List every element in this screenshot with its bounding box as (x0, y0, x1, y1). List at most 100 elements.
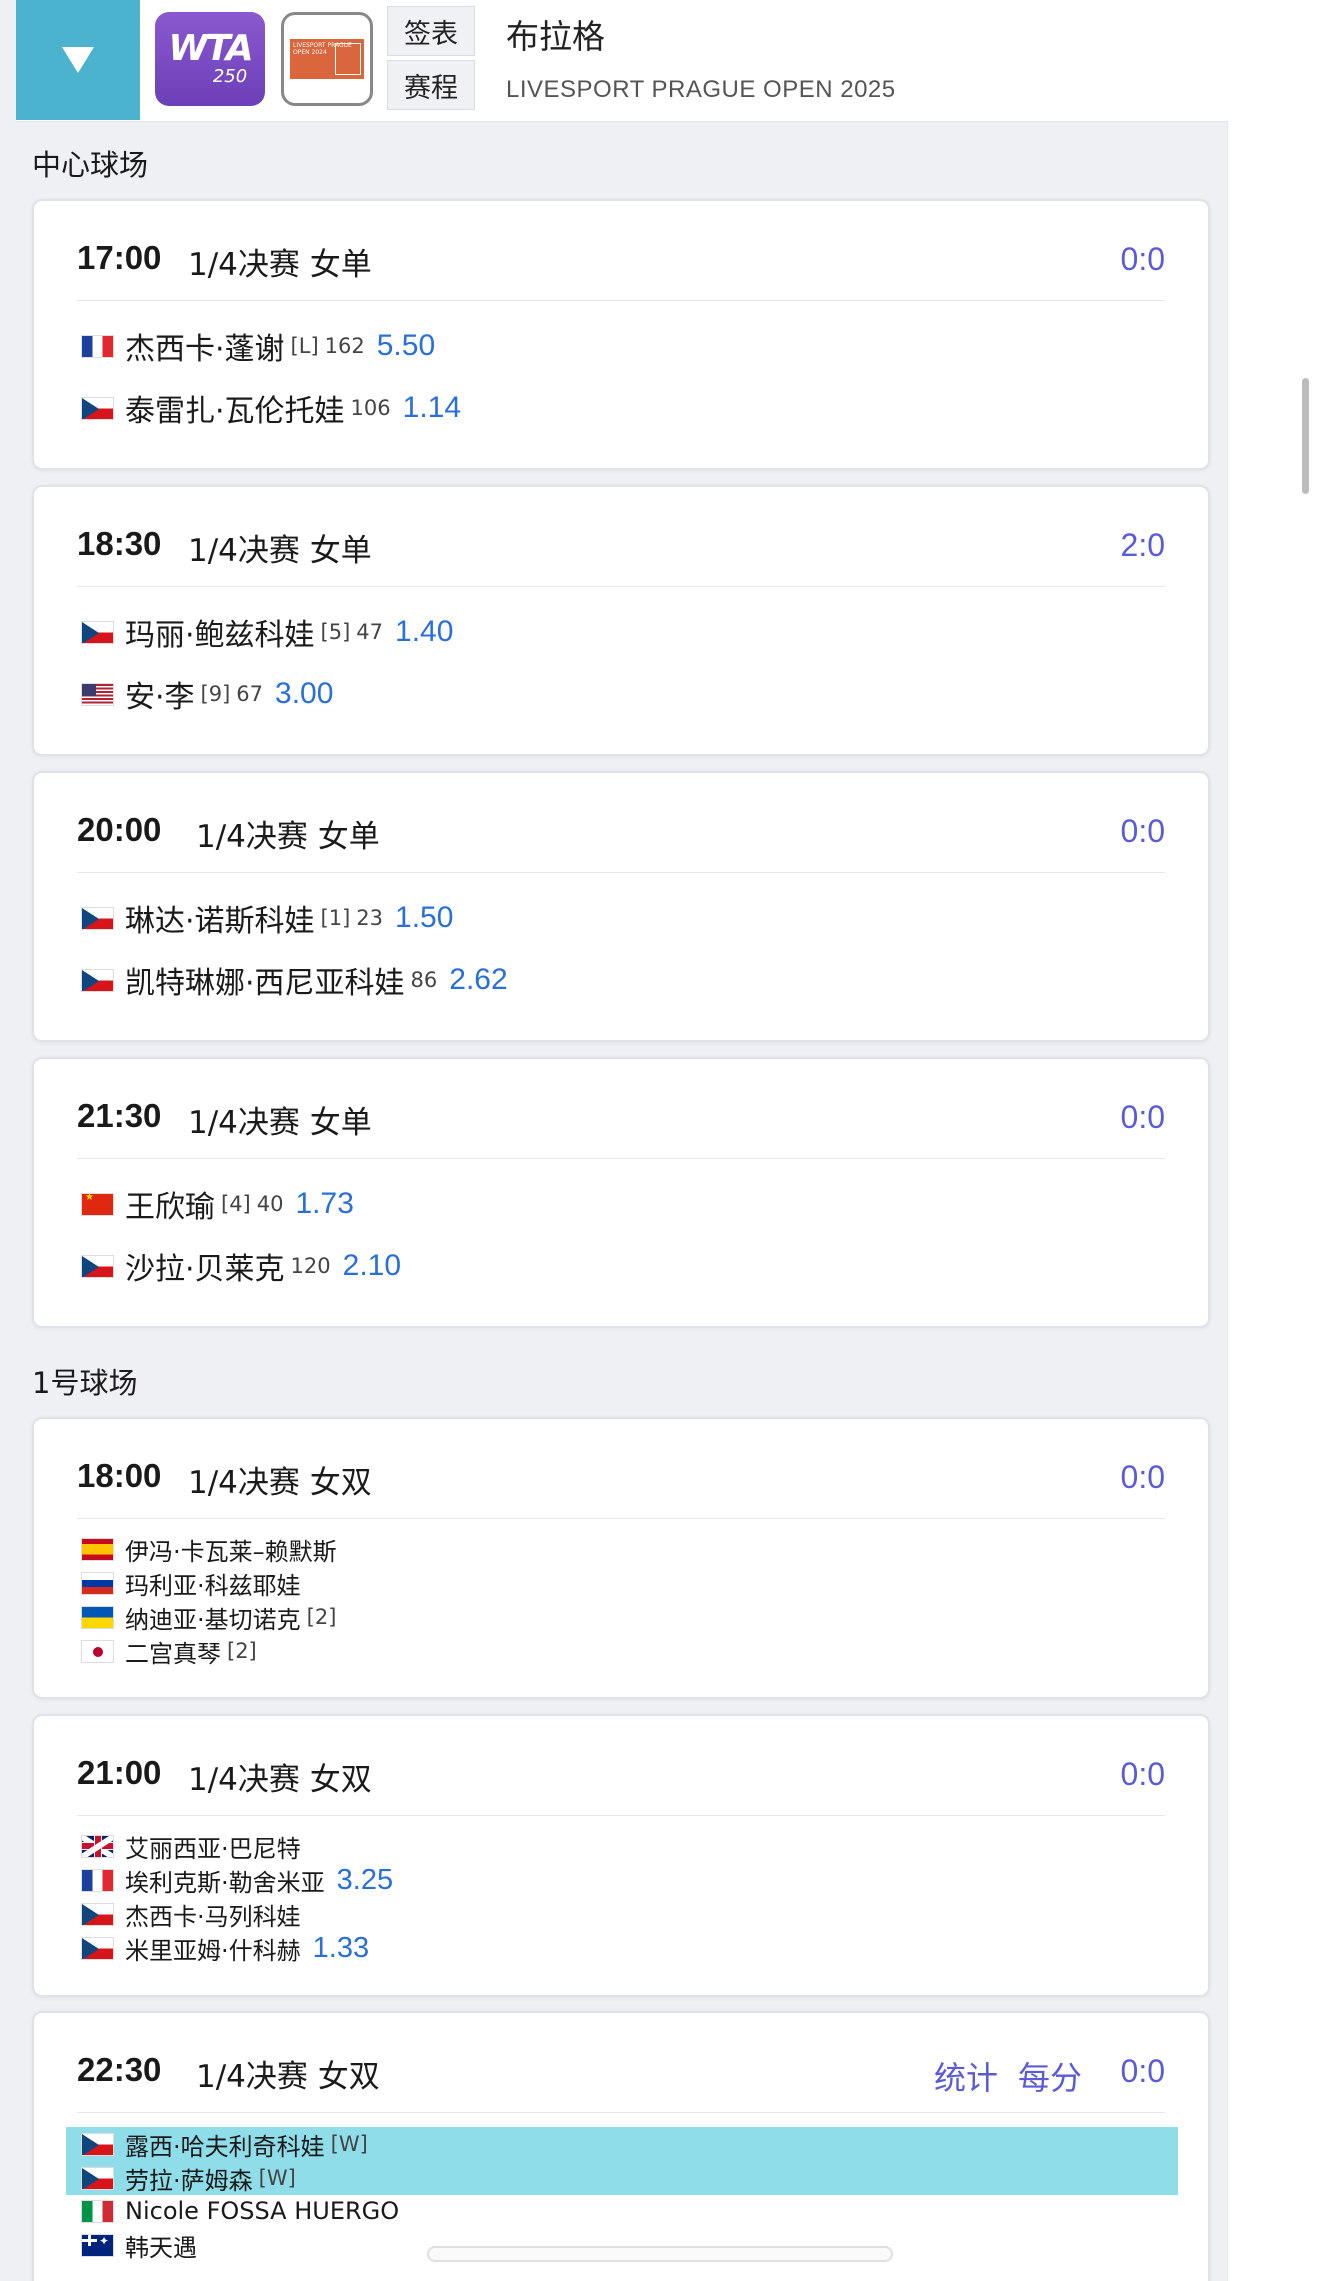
tab-draw[interactable]: 签表 (387, 6, 475, 56)
match-header: 18:30 1/4决赛 女单 2:0 (77, 487, 1165, 587)
au-flag-icon (81, 2233, 114, 2257)
player-rank: 23 (356, 906, 384, 930)
player-odds[interactable]: 5.50 (377, 329, 435, 363)
player-row[interactable]: 凯特琳娜·西尼亚科娃 86 2.62 (81, 960, 508, 1001)
match-card[interactable]: 18:30 1/4决赛 女单 2:0 玛丽·鲍兹科娃 [5] 47 1.40 安… (32, 485, 1210, 756)
match-time: 20:00 (77, 811, 162, 848)
player-rank: 106 (350, 396, 391, 420)
match-time: 21:00 (77, 1754, 162, 1791)
es-flag-icon (81, 1537, 114, 1561)
point-by-point-link[interactable]: 每分 (1018, 2053, 1082, 2099)
match-score: 2:0 (1120, 527, 1165, 563)
match-round: 1/4决赛 女单 (188, 247, 372, 283)
player-rank: 47 (356, 620, 384, 644)
player-row[interactable]: 沙拉·贝莱克 120 2.10 (81, 1246, 401, 1287)
player-row[interactable]: 玛丽·鲍兹科娃 [5] 47 1.40 (81, 612, 453, 653)
player-odds[interactable]: 3.00 (275, 677, 333, 711)
match-header: 21:00 1/4决赛 女双 0:0 (77, 1716, 1165, 1816)
player-row[interactable]: 韩天遇 (81, 2229, 197, 2262)
player-rank: 40 (256, 1192, 284, 1216)
tournament-header: WTA 250 LIVESPORT PRAGUE OPEN 2024 签表 赛程… (16, 0, 1228, 122)
match-score: 0:0 (1120, 1756, 1165, 1792)
match-time: 18:30 (77, 525, 162, 562)
stats-link[interactable]: 统计 (934, 2053, 998, 2099)
player-name: 埃利克斯·勒舍米亚 (125, 1868, 325, 1897)
match-score: 0:0 (1120, 2053, 1165, 2089)
it-flag-icon (81, 2199, 114, 2223)
cz-flag-icon (81, 620, 114, 644)
player-name: 杰西卡·马列科娃 (125, 1902, 301, 1931)
player-rank: 120 (290, 1254, 331, 1278)
cz-flag-icon (81, 396, 114, 420)
match-header: 18:00 1/4决赛 女双 0:0 (77, 1419, 1165, 1519)
court-label: 中心球场 (32, 148, 149, 182)
player-name: 韩天遇 (125, 2233, 197, 2262)
tab-schedule[interactable]: 赛程 (387, 60, 475, 110)
team-odds[interactable]: 1.33 (313, 1932, 369, 1965)
player-name: 二宫真琴 (125, 1639, 221, 1668)
bottom-sheet-handle[interactable] (427, 2246, 893, 2262)
player-rank: 67 (236, 682, 264, 706)
player-name: 安·李 (125, 680, 195, 715)
team-odds[interactable]: 3.25 (337, 1864, 393, 1897)
fr-flag-icon (81, 334, 114, 358)
player-seed: [5] (320, 620, 351, 644)
match-card[interactable]: 21:30 1/4决赛 女单 0:0 王欣瑜 [4] 40 1.73 沙拉·贝莱… (32, 1057, 1210, 1328)
collapse-toggle-button[interactable] (16, 0, 140, 120)
player-row-winner[interactable]: 露西·哈夫利奇科娃 [W] (66, 2127, 1178, 2161)
player-odds[interactable]: 1.40 (395, 615, 453, 649)
player-row[interactable]: 杰西卡·马列科娃 (81, 1898, 301, 1931)
player-row[interactable]: 埃利克斯·勒舍米亚 3.25 (81, 1864, 393, 1897)
match-card[interactable]: 22:30 1/4决赛 女双 统计 每分 0:0 露西·哈夫利奇科娃 [W] 劳… (32, 2011, 1210, 2281)
player-row[interactable]: 纳迪亚·基切诺克 [2] (81, 1601, 337, 1634)
match-header: 17:00 1/4决赛 女单 0:0 (77, 201, 1165, 301)
player-name: 沙拉·贝莱克 (125, 1252, 285, 1287)
match-score: 0:0 (1120, 241, 1165, 277)
player-rank: 162 (324, 334, 365, 358)
player-odds[interactable]: 1.14 (403, 391, 461, 425)
player-row[interactable]: 杰西卡·蓬谢 [L] 162 5.50 (81, 326, 435, 367)
player-row[interactable]: 伊冯·卡瓦莱–赖默斯 (81, 1533, 337, 1566)
cz-flag-icon (81, 968, 114, 992)
player-odds[interactable]: 1.50 (395, 901, 453, 935)
player-seed: [L] (290, 334, 319, 358)
match-time: 21:30 (77, 1097, 162, 1134)
player-name: 凯特琳娜·西尼亚科娃 (125, 966, 405, 1001)
player-row[interactable]: 米里亚姆·什科赫 1.33 (81, 1932, 369, 1965)
player-row[interactable]: 王欣瑜 [4] 40 1.73 (81, 1184, 354, 1225)
player-name: 王欣瑜 (125, 1190, 215, 1225)
player-seed: [4] (221, 1192, 251, 1216)
player-row[interactable]: 安·李 [9] 67 3.00 (81, 674, 333, 715)
match-card[interactable]: 20:00 1/4决赛 女单 0:0 琳达·诺斯科娃 [1] 23 1.50 凯… (32, 771, 1210, 1042)
match-score: 0:0 (1120, 813, 1165, 849)
match-time: 22:30 (77, 2051, 162, 2088)
cz-flag-icon (81, 2132, 114, 2156)
player-name: 杰西卡·蓬谢 (125, 332, 285, 367)
match-card[interactable]: 21:00 1/4决赛 女双 0:0 艾丽西亚·巴尼特 埃利克斯·勒舍米亚 3.… (32, 1714, 1210, 1997)
player-name: 玛利亚·科兹耶娃 (125, 1571, 301, 1600)
player-row[interactable]: Nicole FOSSA HUERGO (81, 2195, 399, 2227)
player-row[interactable]: 艾丽西亚·巴尼特 (81, 1830, 301, 1863)
player-odds[interactable]: 2.10 (343, 1249, 401, 1283)
player-seed: [2] (306, 1605, 337, 1629)
player-row[interactable]: 琳达·诺斯科娃 [1] 23 1.50 (81, 898, 453, 939)
cz-flag-icon (81, 1254, 114, 1278)
event-logo-graphic: LIVESPORT PRAGUE OPEN 2024 (290, 39, 364, 79)
wta-brand-text: WTA (168, 28, 253, 69)
player-row[interactable]: 玛利亚·科兹耶娃 (81, 1567, 301, 1600)
match-time: 18:00 (77, 1457, 162, 1494)
player-row[interactable]: 二宫真琴 [2] (81, 1635, 257, 1668)
player-row-winner[interactable]: 劳拉·萨姆森 [W] (66, 2161, 1178, 2195)
match-card[interactable]: 18:00 1/4决赛 女双 0:0 伊冯·卡瓦莱–赖默斯 玛利亚·科兹耶娃 纳… (32, 1417, 1210, 1699)
player-odds[interactable]: 1.73 (295, 1187, 353, 1221)
jp-flag-icon (81, 1639, 114, 1663)
scrollbar-thumb[interactable] (1302, 378, 1309, 494)
match-card[interactable]: 17:00 1/4决赛 女单 0:0 杰西卡·蓬谢 [L] 162 5.50 泰… (32, 199, 1210, 470)
event-logo: LIVESPORT PRAGUE OPEN 2024 (281, 12, 373, 106)
cn-flag-icon (81, 1192, 114, 1216)
player-name: 露西·哈夫利奇科娃 (125, 2132, 325, 2161)
wta-250-logo: WTA 250 (155, 12, 265, 106)
player-row[interactable]: 泰雷扎·瓦伦托娃 106 1.14 (81, 388, 461, 429)
player-odds[interactable]: 2.62 (449, 963, 507, 997)
player-seed: [W] (330, 2132, 368, 2156)
